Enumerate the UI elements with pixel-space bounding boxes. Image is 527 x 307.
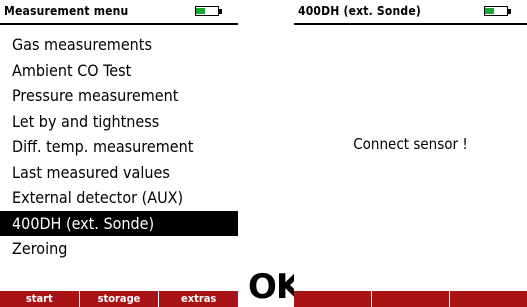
left-softkey-2[interactable]: storage [78, 291, 159, 307]
menu-item[interactable]: Gas measurements [0, 32, 238, 58]
right-softkey-3[interactable] [449, 291, 527, 307]
left-screen-title: Measurement menu [4, 4, 129, 18]
left-softkey-3[interactable]: extras [158, 291, 238, 307]
menu-item[interactable]: Zeroing [0, 236, 238, 262]
menu-item[interactable]: Ambient CO Test [0, 58, 238, 84]
menu-item[interactable]: Diff. temp. measurement [0, 134, 238, 160]
menu-item[interactable]: External detector (AUX) [0, 185, 238, 211]
right-screen-title: 400DH (ext. Sonde) [298, 4, 421, 18]
battery-icon [195, 6, 225, 17]
menu-item[interactable]: Let by and tightness [0, 109, 238, 135]
battery-icon [484, 6, 514, 17]
right-softkey-2[interactable] [371, 291, 449, 307]
right-softkey-bar [294, 291, 527, 307]
measurement-menu-list: Gas measurements Ambient CO Test Pressure … [0, 32, 238, 262]
left-device-screen: Measurement menu Gas measurements Ambient… [0, 0, 238, 307]
left-title-bar: Measurement menu [0, 0, 238, 25]
left-softkey-bar: start storage extras [0, 291, 238, 307]
right-title-bar: 400DH (ext. Sonde) [294, 0, 527, 25]
connect-sensor-message: Connect sensor ! [353, 135, 468, 153]
menu-item[interactable]: 400DH (ext. Sonde) [0, 210, 238, 236]
right-device-screen: 400DH (ext. Sonde) Connect sensor ! [294, 0, 527, 307]
menu-item[interactable]: Last measured values [0, 160, 238, 186]
menu-item[interactable]: Pressure measurement [0, 83, 238, 109]
right-softkey-1[interactable] [294, 291, 371, 307]
left-softkey-1[interactable]: start [0, 291, 79, 307]
